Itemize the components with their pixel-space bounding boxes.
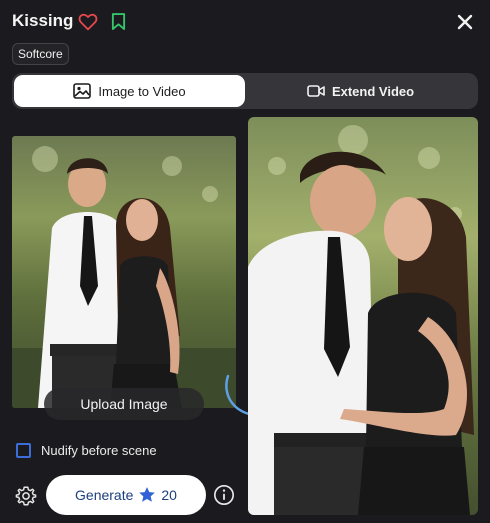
bookmark-icon[interactable] <box>111 12 126 31</box>
tab-image-to-video-label: Image to Video <box>98 83 186 99</box>
gear-icon[interactable] <box>15 485 37 507</box>
star-icon <box>139 487 156 502</box>
tab-image-to-video[interactable]: Image to Video <box>14 75 245 107</box>
category-tag: Softcore <box>12 43 69 65</box>
source-image <box>12 136 236 408</box>
result-image <box>248 117 478 515</box>
tab-extend-video-label: Extend Video <box>331 83 415 99</box>
mode-tabs: Image to Video Extend Video <box>12 73 478 109</box>
page-title: Kissing <box>12 11 74 30</box>
dialog-panel: Kissing Softcore Image to Video Extend V… <box>0 0 490 523</box>
nudify-checkbox[interactable] <box>16 443 31 458</box>
tab-extend-video[interactable]: Extend Video <box>245 75 476 107</box>
nudify-option: Nudify before scene <box>16 443 157 458</box>
upload-image-button[interactable]: Upload Image <box>44 388 204 420</box>
close-icon[interactable] <box>456 13 474 31</box>
image-icon <box>73 83 92 99</box>
info-icon[interactable] <box>213 484 235 506</box>
video-camera-icon <box>307 85 325 97</box>
generate-cost: 20 <box>161 487 177 503</box>
generate-button[interactable]: Generate 20 <box>46 475 206 515</box>
generate-label: Generate <box>75 487 134 503</box>
nudify-label: Nudify before scene <box>41 443 157 458</box>
heart-icon[interactable] <box>78 13 98 31</box>
